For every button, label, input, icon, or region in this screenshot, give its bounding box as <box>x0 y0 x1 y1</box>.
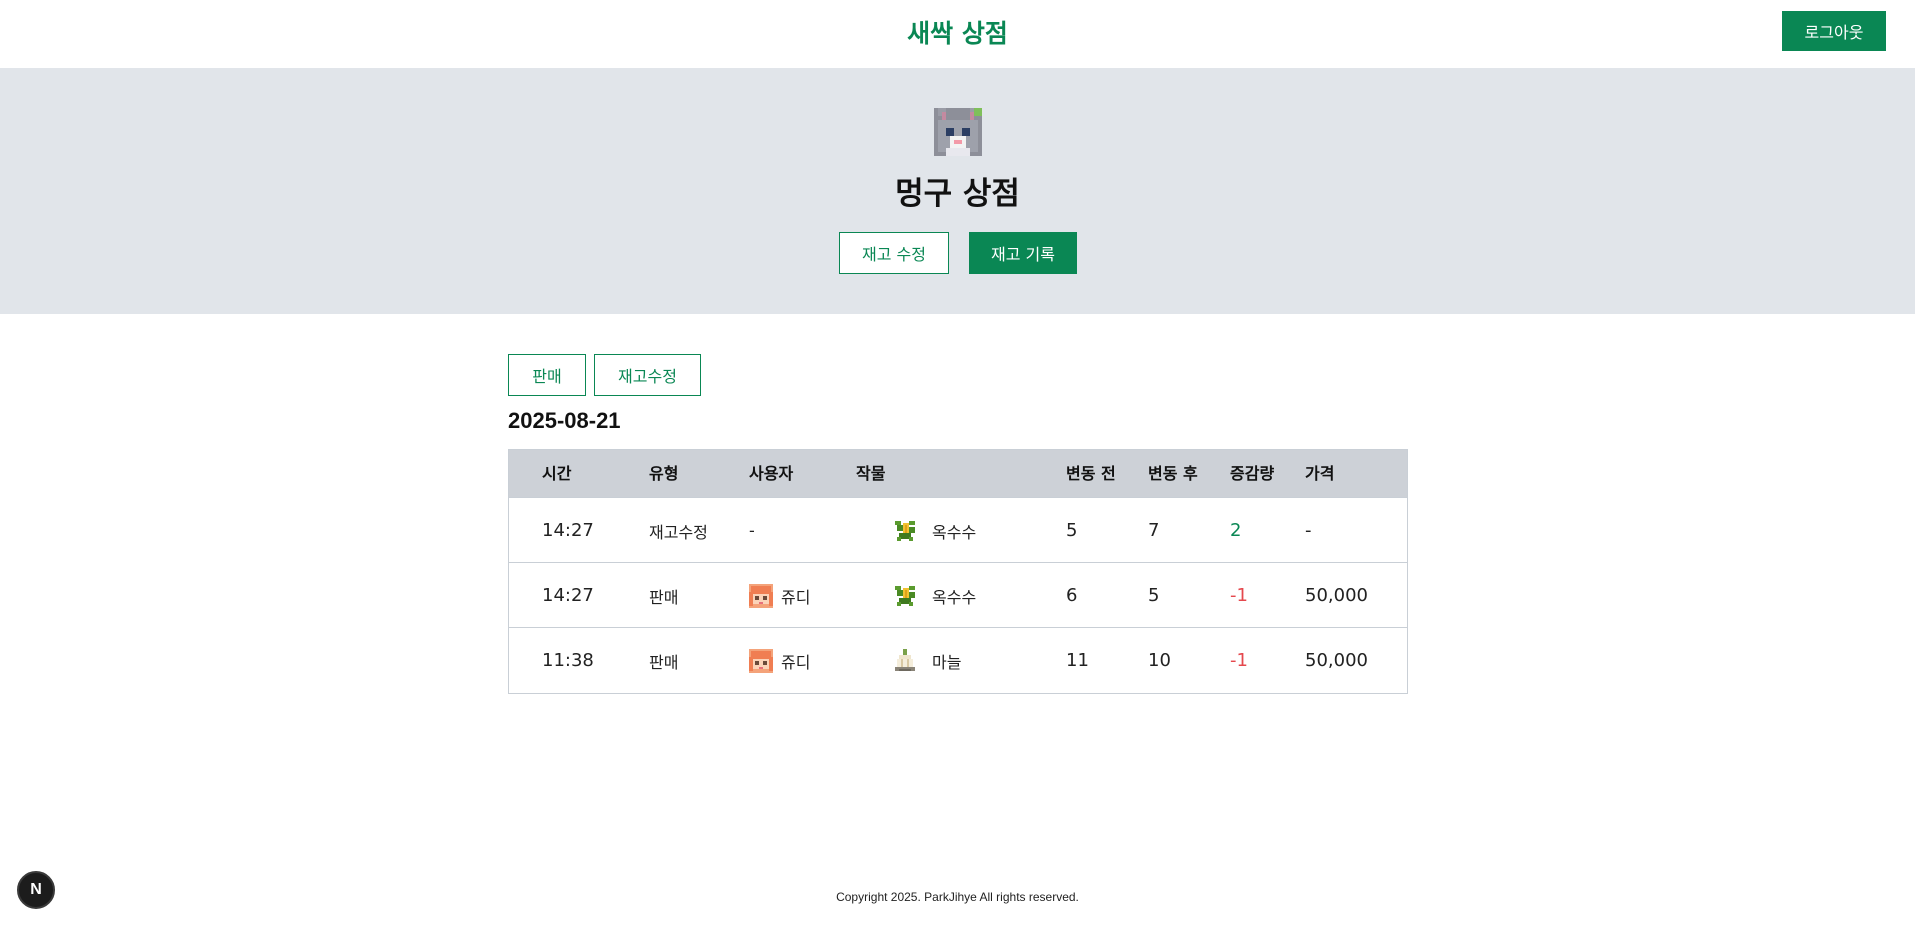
garlic-icon <box>893 628 917 693</box>
cell-price: 50,000 <box>1305 650 1368 671</box>
header-user: 사용자 <box>749 464 794 483</box>
logout-button[interactable]: 로그아웃 <box>1782 11 1886 51</box>
stock-history-button[interactable]: 재고 기록 <box>969 232 1077 274</box>
cell-user: - <box>749 521 755 540</box>
cell-before: 6 <box>1066 585 1078 606</box>
cell-price: - <box>1305 520 1312 541</box>
cell-crop: 옥수수 <box>932 587 977 607</box>
user-avatar-icon <box>749 628 773 693</box>
cell-before: 5 <box>1066 520 1078 541</box>
corn-icon <box>893 498 917 563</box>
table-row: 14:27 재고수정 - 옥수수 5 7 2 - <box>509 498 1407 563</box>
filter-stock-edit-button[interactable]: 재고수정 <box>594 354 701 396</box>
cell-delta: -1 <box>1230 585 1248 606</box>
cell-user: 쥬디 <box>781 652 811 672</box>
top-navbar: 새싹 상점 로그아웃 <box>0 0 1915 68</box>
user-avatar-icon <box>749 563 773 628</box>
cell-after: 10 <box>1148 650 1171 671</box>
cell-price: 50,000 <box>1305 585 1368 606</box>
footer-copyright: Copyright 2025. ParkJihye All rights res… <box>836 890 1079 904</box>
cell-time: 14:27 <box>542 520 594 541</box>
cell-time: 14:27 <box>542 585 594 606</box>
cell-delta: 2 <box>1230 520 1242 541</box>
cell-type: 판매 <box>649 652 679 672</box>
cell-crop: 마늘 <box>932 652 962 672</box>
cell-type: 재고수정 <box>649 522 708 542</box>
cell-type: 판매 <box>649 587 679 607</box>
cell-after: 5 <box>1148 585 1160 606</box>
header-price: 가격 <box>1305 464 1335 483</box>
header-crop: 작물 <box>856 464 886 483</box>
header-before: 변동 전 <box>1066 464 1116 483</box>
header-delta: 증감량 <box>1230 464 1275 483</box>
shop-avatar-icon <box>934 108 982 156</box>
header-after: 변동 후 <box>1148 464 1198 483</box>
header-time: 시간 <box>542 464 572 483</box>
shop-name: 멍구 상점 <box>895 176 1020 212</box>
cell-before: 11 <box>1066 650 1089 671</box>
shop-hero: 멍구 상점 재고 수정 재고 기록 <box>0 68 1915 314</box>
cell-time: 11:38 <box>542 650 594 671</box>
cell-delta: -1 <box>1230 650 1248 671</box>
edit-stock-button[interactable]: 재고 수정 <box>839 232 949 274</box>
filter-sale-button[interactable]: 판매 <box>508 354 586 396</box>
cell-user: 쥬디 <box>781 587 811 607</box>
table-row: 11:38 판매 쥬디 마늘 11 10 -1 50,000 <box>509 628 1407 693</box>
cell-crop: 옥수수 <box>932 522 977 542</box>
corn-icon <box>893 563 917 628</box>
cell-after: 7 <box>1148 520 1160 541</box>
table-row: 14:27 판매 쥬디 옥수수 6 5 -1 50,000 <box>509 563 1407 628</box>
date-heading: 2025-08-21 <box>508 408 621 433</box>
nextjs-dev-badge-icon[interactable]: N <box>17 871 55 909</box>
brand-title[interactable]: 새싹 상점 <box>0 14 1915 50</box>
header-type: 유형 <box>649 464 679 483</box>
stock-history-table: 시간 유형 사용자 작물 변동 전 변동 후 증감량 가격 14:27 재고수정… <box>508 449 1408 694</box>
table-header: 시간 유형 사용자 작물 변동 전 변동 후 증감량 가격 <box>509 450 1407 498</box>
